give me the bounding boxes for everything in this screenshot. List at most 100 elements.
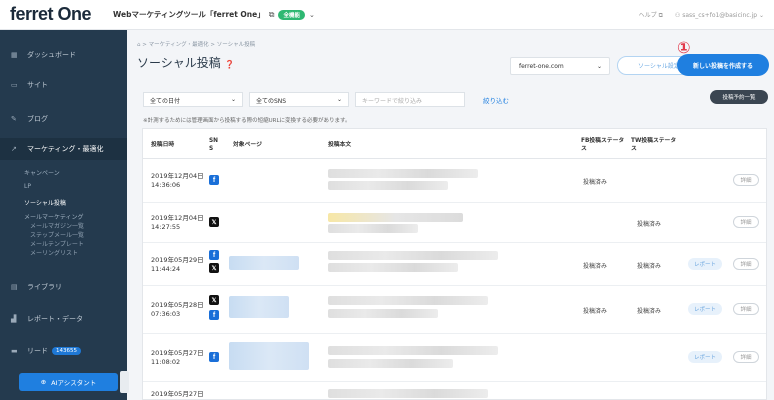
notice-text: ※計測するためには管理画面から投稿する際の短縮URLに変換する必要があります。 (143, 118, 351, 124)
sidebar: ▦ ダッシュボード ▭ サイト ✎ ブログ ↗ マーケティング・最適化 キャンペーン L… (0, 30, 127, 400)
detail-button[interactable]: 詳細 (733, 258, 759, 270)
new-post-button[interactable]: 新しい投稿を作成する (677, 54, 769, 76)
tw-status: 投稿済み (637, 221, 662, 228)
sidebar-item-marketing[interactable]: ↗ マーケティング・最適化 (0, 138, 127, 160)
x-icon: 𝕏 (209, 217, 219, 227)
external-link-icon[interactable]: ⧉ (269, 10, 275, 20)
scheduled-posts-button[interactable]: 投稿予約一覧 (710, 90, 768, 104)
post-date: 2019年05月28日 07:36:03 (151, 301, 204, 318)
trend-icon: ↗ (11, 145, 17, 153)
header-body: 投稿本文 (328, 142, 352, 148)
post-date: 2019年12月04日 14:36:06 (151, 172, 204, 189)
header-target: 対象ページ (233, 142, 262, 148)
lead-count-badge: 143655 (52, 347, 81, 355)
help-link[interactable]: ヘルプ ⧉ (639, 10, 663, 20)
facebook-icon: f (209, 310, 219, 320)
sidebar-item-blog[interactable]: ✎ ブログ (0, 108, 127, 130)
header-fb-status: FB投稿ステータス (581, 138, 625, 152)
report-button[interactable]: レポート (688, 258, 722, 270)
filter-bar: 全ての日付 ⌄ 全てのSNS ⌄ キーワードで絞り込み 絞り込む (143, 92, 509, 107)
sidebar-sub-mailing-list[interactable]: メーリングリスト (30, 248, 78, 257)
post-body-redacted (328, 169, 478, 178)
keyword-input[interactable]: キーワードで絞り込み (355, 92, 465, 107)
table-row[interactable]: 2019年12月04日 14:36:06 f 投稿済み 詳細 (143, 159, 766, 203)
chevron-down-icon: ⌄ (230, 96, 236, 103)
target-page-redacted (229, 342, 309, 370)
table-row[interactable]: 2019年05月29日 11:44:24 f 𝕏 投稿済み 投稿済み レポート 詳… (143, 243, 766, 286)
robot-icon: ⊕ (40, 378, 47, 386)
posts-table: 投稿日時 SNS 対象ページ 投稿本文 FB投稿ステータス TW投稿ステータス … (142, 128, 767, 400)
report-button[interactable]: レポート (688, 351, 722, 363)
pencil-icon: ✎ (11, 115, 17, 123)
post-date: 2019年05月27日 11:08:02 (151, 349, 204, 366)
post-body-redacted (328, 309, 438, 318)
facebook-icon: f (209, 250, 219, 260)
facebook-icon: f (209, 352, 219, 362)
target-page-redacted (229, 296, 289, 318)
fb-status: 投稿済み (583, 263, 608, 270)
help-icon[interactable]: ❓ (225, 60, 235, 69)
filter-apply-link[interactable]: 絞り込む (483, 95, 509, 105)
post-body-redacted (328, 346, 498, 355)
table-header: 投稿日時 SNS 対象ページ 投稿本文 FB投稿ステータス TW投稿ステータス (143, 129, 766, 159)
sidebar-item-report[interactable]: ▟ レポート・データ (0, 308, 127, 330)
sidebar-sub-step-mail[interactable]: ステップメール一覧 (30, 230, 84, 239)
top-header: ferret One Webマーケティングツール「ferret One」 ⧉ 全… (0, 0, 774, 30)
annotation-marker: ① (677, 38, 691, 57)
home-icon[interactable]: ⌂ (137, 42, 141, 48)
ai-assistant-button[interactable]: ⊕ AIアシスタント (19, 373, 118, 391)
external-link-icon: ⧉ (658, 12, 663, 19)
chevron-down-icon: ⌄ (758, 11, 764, 19)
sidebar-item-dashboard[interactable]: ▦ ダッシュボード (0, 44, 127, 66)
tool-name: Webマーケティングツール「ferret One」 (113, 10, 265, 19)
sns-filter-select[interactable]: 全てのSNS ⌄ (249, 92, 349, 107)
date-filter-select[interactable]: 全ての日付 ⌄ (143, 92, 243, 107)
header-right: ヘルプ ⧉ ⚇ sass_cs+fo1@basicinc.jp ⌄ (639, 0, 764, 30)
chevron-down-icon[interactable]: ⌄ (309, 11, 315, 19)
page-title: ソーシャル投稿 ❓ (137, 56, 235, 70)
detail-button[interactable]: 詳細 (733, 351, 759, 363)
detail-button[interactable]: 詳細 (733, 303, 759, 315)
app-logo[interactable]: ferret One (10, 4, 92, 25)
post-body-redacted (328, 251, 498, 260)
sidebar-item-site[interactable]: ▭ サイト (0, 74, 127, 96)
post-body-redacted (328, 389, 488, 398)
post-body-redacted (328, 296, 488, 305)
table-row[interactable]: 2019年05月27日 (143, 382, 766, 400)
sidebar-item-lead[interactable]: ▬ リード 143655 (0, 340, 127, 362)
chevron-down-icon: ⌄ (596, 63, 602, 70)
report-button[interactable]: レポート (688, 303, 722, 315)
plan-badge: 全機能 (278, 9, 305, 20)
sidebar-sub-mail-template[interactable]: メールテンプレート (30, 239, 84, 248)
dashboard-icon: ▦ (11, 51, 18, 59)
sidebar-sub-lp[interactable]: LP (24, 183, 31, 190)
chevron-down-icon: ⌄ (336, 96, 342, 103)
x-icon: 𝕏 (209, 295, 219, 305)
post-body-redacted (328, 181, 448, 190)
site-icon: ▭ (11, 81, 18, 89)
header-date: 投稿日時 (151, 142, 175, 148)
user-icon: ⚇ (674, 11, 681, 19)
sidebar-item-library[interactable]: ▤ ライブラリ (0, 276, 127, 298)
site-select[interactable]: ferret-one.com ⌄ (510, 57, 610, 75)
sidebar-sub-campaign[interactable]: キャンペーン (24, 168, 60, 177)
detail-button[interactable]: 詳細 (733, 216, 759, 228)
fb-status: 投稿済み (583, 308, 608, 315)
bar-chart-icon: ▟ (11, 315, 17, 323)
post-body-redacted (328, 263, 458, 272)
post-body-redacted (328, 359, 453, 368)
sidebar-sub-newsletter[interactable]: メールマガジン一覧 (30, 221, 84, 230)
breadcrumb: ⌂ > マーケティング・最適化 > ソーシャル投稿 (137, 42, 256, 48)
library-icon: ▤ (11, 283, 18, 291)
sidebar-sub-social-post[interactable]: ソーシャル投稿 (24, 198, 66, 207)
table-row[interactable]: 2019年05月27日 11:08:02 f レポート 詳細 (143, 334, 766, 382)
detail-button[interactable]: 詳細 (733, 174, 759, 186)
target-page-redacted (229, 256, 299, 270)
x-icon: 𝕏 (209, 263, 219, 273)
table-row[interactable]: 2019年05月28日 07:36:03 𝕏 f 投稿済み 投稿済み レポート 詳… (143, 286, 766, 334)
tw-status: 投稿済み (637, 308, 662, 315)
table-row[interactable]: 2019年12月04日 14:27:55 𝕏 投稿済み 詳細 (143, 203, 766, 243)
sidebar-sub-mail-marketing[interactable]: メールマーケティング (24, 212, 84, 221)
post-body-redacted (328, 213, 463, 222)
user-menu[interactable]: ⚇ sass_cs+fo1@basicinc.jp ⌄ (675, 12, 764, 19)
